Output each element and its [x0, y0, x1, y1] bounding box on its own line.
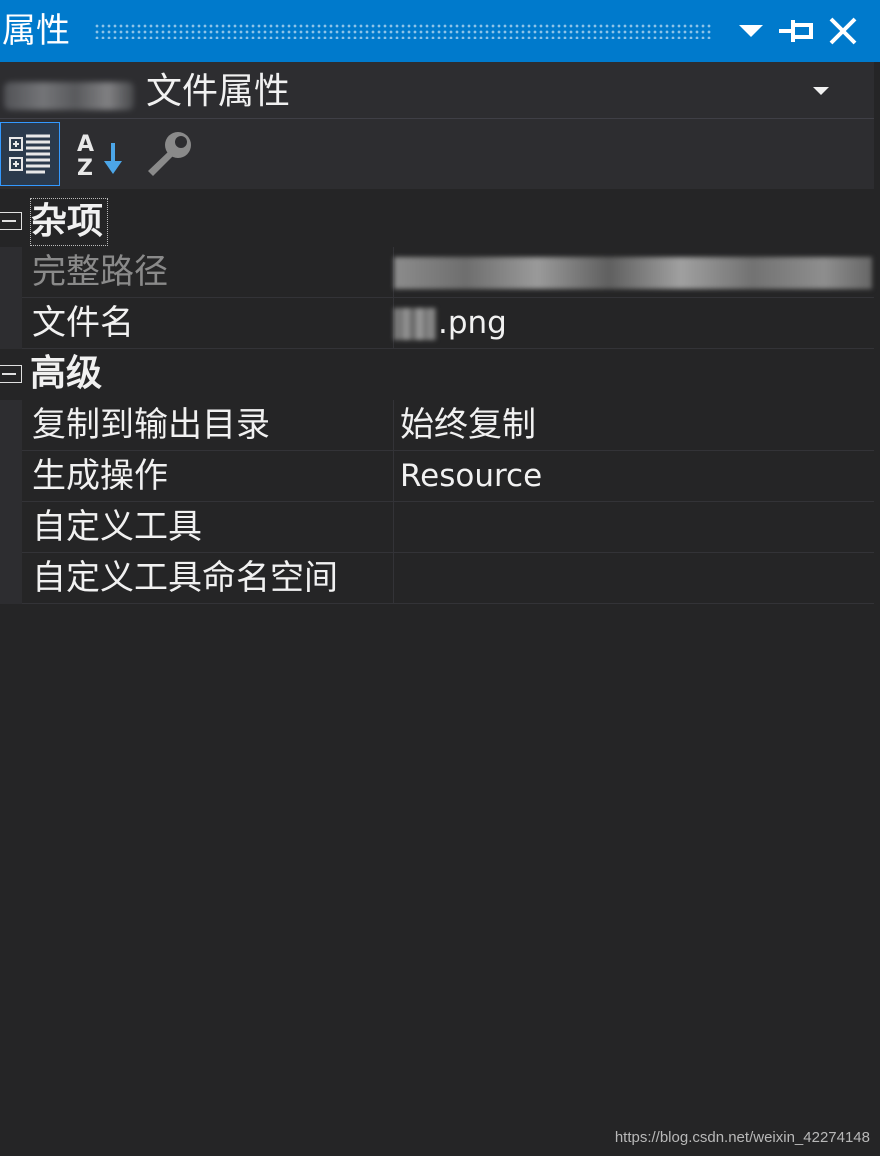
chevron-down-icon[interactable] [812, 86, 830, 96]
property-row[interactable]: 自定义工具 [0, 502, 874, 553]
category-label: 高级 [30, 353, 103, 394]
svg-text:A: A [77, 132, 94, 157]
pin-icon [779, 20, 813, 42]
window-menu-button[interactable] [728, 8, 774, 54]
property-grid: 杂项 完整路径 文件名 .png 高级 复制到输出目录 始终复制 生成操作 Re… [0, 196, 874, 604]
category-advanced[interactable]: 高级 [0, 349, 874, 400]
dropdown-triangle-icon [739, 25, 763, 37]
property-value[interactable] [394, 553, 874, 604]
wrench-icon [148, 132, 191, 176]
categorized-button[interactable] [0, 122, 60, 186]
property-row[interactable]: 复制到输出目录 始终复制 [0, 400, 874, 451]
properties-toolbar: A Z [0, 119, 874, 189]
category-misc[interactable]: 杂项 [0, 196, 874, 247]
object-selector[interactable]: 文件属性 [0, 62, 874, 119]
property-pages-button[interactable] [140, 122, 200, 186]
alphabetical-button[interactable]: A Z [68, 122, 128, 186]
property-name: 生成操作 [22, 451, 394, 502]
category-label: 杂项 [30, 198, 109, 246]
property-name: 复制到输出目录 [22, 400, 394, 451]
property-value[interactable]: Resource [394, 451, 874, 502]
property-value[interactable]: .png [394, 298, 874, 349]
collapse-toggle-icon[interactable] [0, 212, 22, 230]
categorized-view-icon [9, 134, 50, 174]
object-name-redacted [4, 82, 134, 110]
property-name: 完整路径 [22, 247, 394, 298]
pin-button[interactable] [774, 8, 820, 54]
property-row[interactable]: 生成操作 Resource [0, 451, 874, 502]
window-title: 属性 [2, 11, 70, 51]
alphabetical-sort-icon: A Z [77, 132, 122, 179]
property-row[interactable]: 文件名 .png [0, 298, 874, 349]
property-value[interactable] [394, 502, 874, 553]
property-row[interactable]: 自定义工具命名空间 [0, 553, 874, 604]
property-value[interactable] [394, 247, 874, 298]
close-button[interactable] [820, 8, 866, 54]
object-type-label: 文件属性 [146, 71, 291, 112]
property-name: 自定义工具 [22, 502, 394, 553]
drag-grip[interactable] [94, 23, 712, 39]
file-name-redacted [394, 308, 436, 340]
property-name: 文件名 [22, 298, 394, 349]
svg-text:Z: Z [77, 156, 93, 179]
full-path-redacted [394, 257, 872, 289]
close-icon [829, 17, 857, 45]
collapse-toggle-icon[interactable] [0, 365, 22, 383]
property-name: 自定义工具命名空间 [22, 553, 394, 604]
watermark: https://blog.csdn.net/weixin_42274148 [614, 1129, 870, 1146]
properties-title-bar: 属性 [0, 0, 880, 62]
property-row[interactable]: 完整路径 [0, 247, 874, 298]
property-value[interactable]: 始终复制 [394, 400, 874, 451]
